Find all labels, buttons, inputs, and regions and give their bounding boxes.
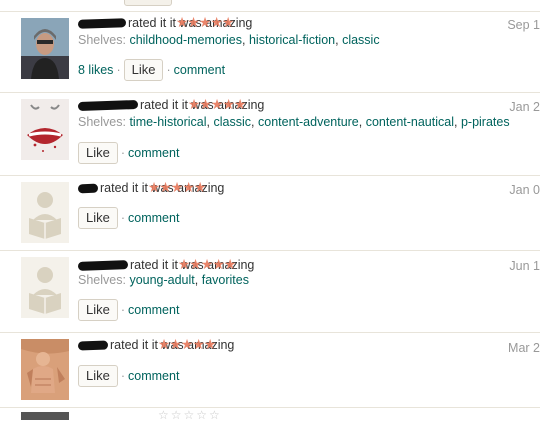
comment-link[interactable]: comment [128,303,179,317]
review-actions: 8 likes · Like · comment [78,59,225,81]
avatar[interactable] [21,99,69,160]
avatar[interactable] [21,257,69,318]
redacted-username[interactable] [77,18,127,30]
carved-relief-avatar [21,339,69,400]
avatar[interactable] [21,339,69,400]
review-item: rated it it was amazing ★★★★★ Shelves: ch… [0,12,540,93]
avatar[interactable] [21,182,69,243]
rated-text: rated it [130,258,169,272]
shelves-label: Shelves: [78,33,126,47]
review-header: rated it it was amazing ★★★★★ [77,14,253,30]
default-reader-icon [21,182,69,243]
review-actions: Like · comment [78,142,179,164]
shelf-link[interactable]: childhood-memories [129,33,242,47]
rated-text: rated it [110,338,149,352]
like-button[interactable]: Like [78,142,118,164]
avatar[interactable] [21,412,69,420]
shelves-label: Shelves: [78,115,126,129]
review-header: rated it it was amazing ★★★★★ [77,256,255,272]
rating-stars[interactable]: it was amazing ★★★★★ [172,256,255,272]
review-date[interactable]: Jun 1 [509,259,540,273]
shelf-link[interactable]: historical-fiction [249,33,335,47]
review-item: rated it it was amazing ★★★★★ Shelves: ti… [0,93,540,176]
like-button[interactable]: Like [78,207,118,229]
previous-like-button[interactable] [124,0,172,6]
redacted-username[interactable] [77,260,129,272]
redacted-username[interactable] [77,183,99,194]
star-icons: ☆☆☆☆☆ [158,408,222,422]
shelves-line: Shelves: young-adult, favorites [78,273,249,287]
review-date[interactable]: Mar 2 [508,341,540,355]
review-actions: Like · comment [78,365,179,387]
lips-art-avatar [21,99,69,160]
shelves-line: Shelves: childhood-memories, historical-… [78,33,380,47]
like-button[interactable]: Like [123,59,164,81]
review-item: rated it it was amazing ★★★★★ Shelves: yo… [0,251,540,333]
comment-link[interactable]: comment [128,211,179,225]
review-feed: rated it it was amazing ★★★★★ Shelves: ch… [0,0,540,422]
like-button[interactable]: Like [78,299,118,321]
redacted-username[interactable] [77,100,139,112]
shelf-link[interactable]: content-nautical [366,115,454,129]
comment-link[interactable]: comment [128,369,179,383]
review-header: rated it it was amazing ★★★★★ [77,96,265,112]
shelf-link[interactable]: young-adult [129,273,194,287]
comment-link[interactable]: comment [174,63,225,77]
next-review-stub: ☆☆☆☆☆ [0,408,540,422]
redacted-username[interactable] [77,340,109,351]
rated-text: rated it [128,16,167,30]
shelf-link[interactable]: time-historical [129,115,206,129]
review-date[interactable]: Sep 1 [507,18,540,32]
star-icons: ★★★★★ [177,256,237,272]
like-button[interactable]: Like [78,365,118,387]
shelf-link[interactable]: p-pirates [461,115,510,129]
star-icons: ★★★★★ [187,96,247,112]
rating-stars[interactable]: it was amazing ★★★★★ [142,179,225,195]
rating-stars[interactable]: it was amazing ★★★★★ [182,96,265,112]
comment-link[interactable]: comment [128,146,179,160]
avatar[interactable] [21,18,69,79]
star-icons: ★★★★★ [175,14,235,30]
review-date[interactable]: Jan 2 [509,100,540,114]
shelf-link[interactable]: classic [214,115,252,129]
likes-count[interactable]: 8 likes [78,63,113,77]
shelf-link[interactable]: classic [342,33,380,47]
review-header: rated it it was amazing ★★★★★ [77,179,225,195]
rated-text: rated it [100,181,139,195]
review-item: rated it it was amazing ★★★★★ Like · comm… [0,176,540,251]
shelf-link[interactable]: content-adventure [258,115,359,129]
previous-review-stub [0,0,540,12]
review-header: rated it it was amazing ★★★★★ [77,336,235,352]
rating-stars[interactable]: it was amazing ★★★★★ [152,336,235,352]
star-icons: ★★★★★ [147,179,207,195]
review-date[interactable]: Jan 0 [509,183,540,197]
woman-photo-avatar [21,18,69,79]
shelves-label: Shelves: [78,273,126,287]
star-icons: ★★★★★ [157,336,217,352]
review-actions: Like · comment [78,299,179,321]
rating-stars[interactable]: it was amazing ★★★★★ [170,14,253,30]
shelves-line: Shelves: time-historical, classic, conte… [78,115,510,129]
review-item: rated it it was amazing ★★★★★ Like · comm… [0,333,540,408]
shelf-link[interactable]: favorites [202,273,249,287]
rated-text: rated it [140,98,179,112]
default-reader-icon [21,257,69,318]
review-actions: Like · comment [78,207,179,229]
